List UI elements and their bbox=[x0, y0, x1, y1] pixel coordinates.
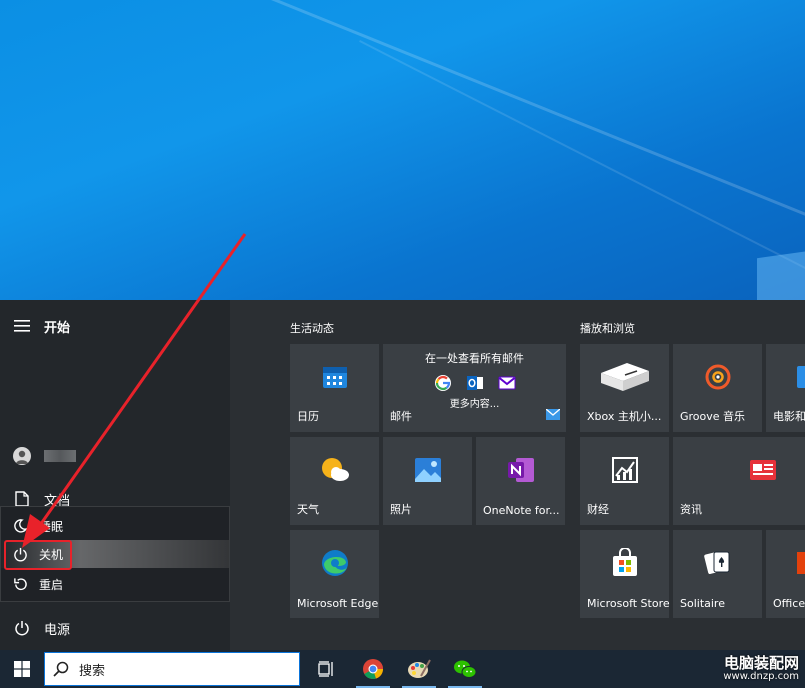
start-header[interactable]: 开始 bbox=[0, 310, 230, 342]
desktop-background bbox=[0, 0, 805, 300]
finance-chart-icon bbox=[611, 456, 639, 488]
movies-icon bbox=[797, 364, 805, 394]
sleep-label: 睡眠 bbox=[39, 519, 64, 534]
user-account-item[interactable] bbox=[0, 440, 230, 472]
paint-taskbar-button[interactable] bbox=[396, 650, 442, 688]
tile-calendar[interactable]: 日历 bbox=[290, 344, 379, 432]
power-icon bbox=[0, 620, 44, 636]
tile-photos[interactable]: 照片 bbox=[383, 437, 472, 525]
chrome-icon bbox=[363, 659, 383, 679]
edge-icon bbox=[320, 548, 350, 582]
shutdown-highlight-box bbox=[4, 540, 72, 570]
light-beam bbox=[178, 0, 805, 300]
tile-finance[interactable]: 财经 bbox=[580, 437, 669, 525]
tile-label: Xbox 主机小... bbox=[587, 410, 662, 423]
start-title: 开始 bbox=[44, 320, 71, 336]
store-bag-icon bbox=[611, 547, 639, 582]
outlook-icon bbox=[466, 376, 483, 390]
calendar-icon bbox=[321, 363, 349, 395]
wechat-taskbar-button[interactable] bbox=[442, 650, 488, 688]
restart-option[interactable]: 重启 bbox=[1, 570, 229, 598]
tile-store[interactable]: Microsoft Store bbox=[580, 530, 670, 618]
tile-label: OneNote for... bbox=[483, 504, 560, 517]
tile-weather[interactable]: 天气 bbox=[290, 437, 379, 525]
light-beam bbox=[359, 40, 805, 300]
tile-label: 邮件 bbox=[390, 410, 412, 423]
watermark-url: www.dnzp.com bbox=[723, 671, 799, 682]
tile-mail[interactable]: 在一处查看所有邮件 更多内容... 邮件 bbox=[383, 344, 566, 432]
power-label: 电源 bbox=[44, 622, 71, 638]
paint-palette-icon bbox=[408, 659, 431, 678]
tile-label: Solitaire bbox=[680, 597, 725, 610]
restart-icon bbox=[1, 577, 39, 592]
hamburger-icon[interactable] bbox=[0, 320, 44, 332]
tile-onenote[interactable]: OneNote for... bbox=[476, 437, 565, 525]
onenote-icon bbox=[506, 456, 536, 488]
tile-label: Microsoft Edge bbox=[297, 597, 379, 610]
power-item[interactable]: 电源 bbox=[0, 612, 230, 644]
tile-xbox[interactable]: Xbox 主机小... bbox=[580, 344, 669, 432]
windows-icon bbox=[14, 661, 30, 677]
taskbar-search-box[interactable]: 搜索 bbox=[44, 652, 300, 686]
tile-solitaire[interactable]: Solitaire bbox=[673, 530, 762, 618]
xbox-console-icon bbox=[597, 359, 653, 399]
tile-label: Microsoft Store bbox=[587, 597, 670, 610]
user-name-blurred bbox=[44, 450, 76, 462]
tile-office[interactable]: Office bbox=[766, 530, 805, 618]
tile-movies[interactable]: 电影和 bbox=[766, 344, 805, 432]
tile-label: 资讯 bbox=[680, 503, 702, 516]
weather-icon bbox=[319, 456, 351, 488]
task-view-button[interactable] bbox=[304, 650, 350, 688]
groove-music-icon bbox=[704, 363, 732, 395]
photos-icon bbox=[414, 457, 442, 487]
search-icon bbox=[53, 661, 69, 677]
document-icon bbox=[0, 491, 44, 507]
moon-icon bbox=[1, 519, 39, 533]
tile-label: 电影和 bbox=[773, 410, 805, 423]
tile-label: 财经 bbox=[587, 503, 609, 516]
search-placeholder: 搜索 bbox=[79, 663, 106, 679]
tile-label: 照片 bbox=[390, 503, 412, 516]
google-icon bbox=[434, 375, 451, 391]
watermark-name: 电脑装配网 bbox=[723, 653, 799, 672]
site-watermark: 电脑装配网 www.dnzp.com bbox=[723, 653, 799, 682]
mail-account-icons bbox=[383, 374, 566, 392]
mail-header: 在一处查看所有邮件 bbox=[425, 352, 524, 365]
tile-label: 日历 bbox=[297, 410, 319, 423]
envelope-icon bbox=[545, 405, 561, 424]
group-title-play: 播放和浏览 bbox=[580, 322, 635, 335]
solitaire-cards-icon bbox=[703, 548, 733, 582]
group-title-life: 生活动态 bbox=[290, 322, 334, 335]
sleep-option[interactable]: 睡眠 bbox=[1, 512, 229, 540]
tile-label: Groove 音乐 bbox=[680, 410, 746, 423]
yahoo-mail-icon bbox=[498, 376, 515, 390]
news-icon bbox=[749, 458, 777, 486]
task-view-icon bbox=[318, 661, 333, 677]
wechat-icon bbox=[454, 660, 477, 678]
taskbar: 搜索 bbox=[0, 650, 805, 688]
tile-groove[interactable]: Groove 音乐 bbox=[673, 344, 762, 432]
tile-label: 天气 bbox=[297, 503, 319, 516]
restart-label: 重启 bbox=[39, 577, 64, 592]
tile-news[interactable]: 资讯 bbox=[673, 437, 805, 525]
office-icon bbox=[797, 550, 805, 580]
chrome-taskbar-button[interactable] bbox=[350, 650, 396, 688]
tile-edge[interactable]: Microsoft Edge bbox=[290, 530, 379, 618]
windows-logo-pane bbox=[757, 249, 805, 300]
start-button[interactable] bbox=[0, 650, 44, 688]
avatar bbox=[13, 447, 31, 465]
tile-label: Office bbox=[773, 597, 805, 610]
